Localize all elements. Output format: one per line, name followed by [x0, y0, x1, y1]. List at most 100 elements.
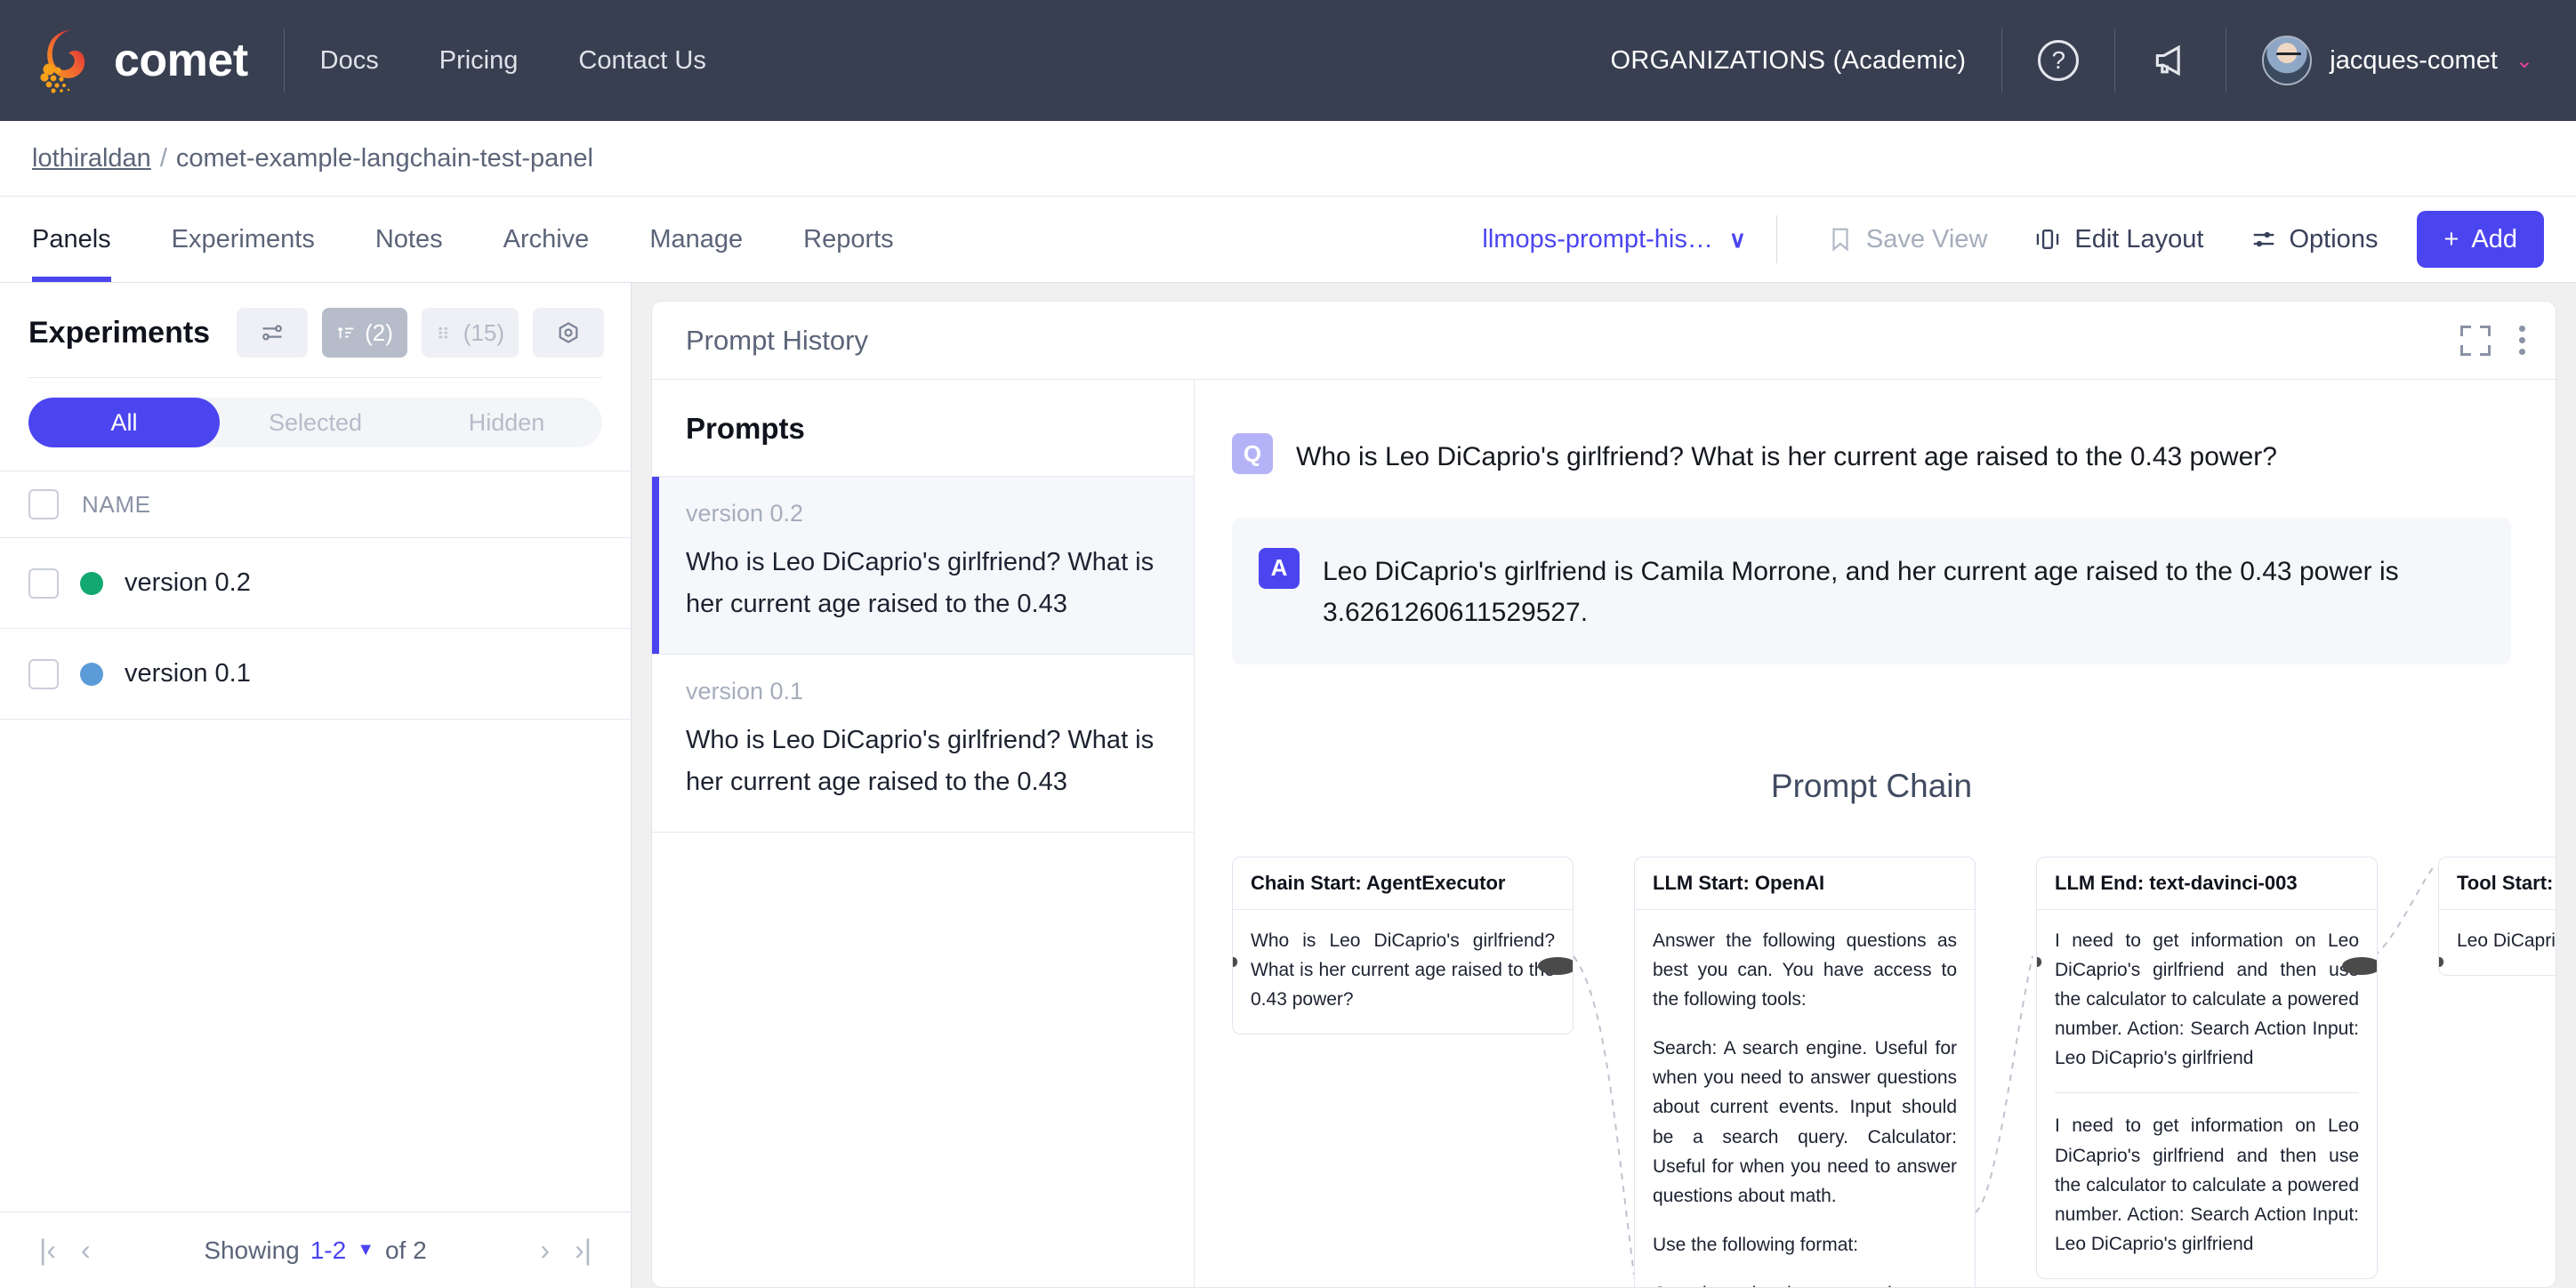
- prev-page-button[interactable]: ‹: [68, 1234, 103, 1267]
- tab-notes[interactable]: Notes: [345, 197, 473, 282]
- breadcrumb-workspace[interactable]: lothiraldan: [32, 144, 151, 173]
- conversation-area: Q Who is Leo DiCaprio's girlfriend? What…: [1195, 380, 2556, 1287]
- toolbar-divider: [1775, 215, 1777, 263]
- user-menu[interactable]: jacques-comet ⌄: [2262, 36, 2533, 85]
- experiment-name: version 0.2: [125, 568, 251, 597]
- node-port-right: [1538, 956, 1573, 975]
- expand-icon[interactable]: [2460, 325, 2491, 356]
- nav-link-pricing[interactable]: Pricing: [439, 46, 519, 76]
- bookmark-icon: [1832, 228, 1848, 252]
- nav-divider: [283, 28, 285, 93]
- segment-hidden[interactable]: Hidden: [411, 398, 602, 447]
- chain-node-paragraph: I need to get information on Leo DiCapri…: [2055, 930, 2359, 1069]
- chain-node-body: Answer the following questions as best y…: [1635, 910, 1975, 1288]
- edit-layout-label: Edit Layout: [2074, 224, 2204, 254]
- row-checkbox[interactable]: [28, 568, 59, 599]
- table-row[interactable]: version 0.2: [0, 538, 631, 629]
- sort-chip[interactable]: (2): [322, 308, 407, 358]
- row-checkbox[interactable]: [28, 658, 59, 689]
- app-root: comet Docs Pricing Contact Us ORGANIZATI…: [0, 0, 2576, 1288]
- chain-node-llm-end[interactable]: LLM End: text-davinci-003 I need to get …: [2036, 856, 2378, 1280]
- chain-node-paragraph: Use the following format:: [1653, 1235, 1859, 1256]
- panel-header: Prompt History: [652, 302, 2556, 380]
- announcements-button[interactable]: [2151, 41, 2190, 80]
- answer-text: Leo DiCaprio's girlfriend is Camila Morr…: [1323, 556, 2399, 628]
- tab-panels[interactable]: Panels: [32, 197, 141, 282]
- showing-label: Showing: [204, 1236, 300, 1264]
- chain-node-body: Who is Leo DiCaprio's girlfriend? What i…: [1233, 910, 1573, 1034]
- prompt-list-item-version-0-2[interactable]: version 0.2 Who is Leo DiCaprio's girlfr…: [652, 477, 1194, 655]
- prompts-list: Prompts version 0.2 Who is Leo DiCaprio'…: [652, 380, 1195, 1287]
- chevron-down-icon[interactable]: ▼: [357, 1240, 374, 1260]
- tab-manage[interactable]: Manage: [619, 197, 773, 282]
- comet-wordmark: comet: [114, 35, 248, 86]
- chain-node-body: I need to get information on Leo DiCapri…: [2037, 910, 2377, 1279]
- breadcrumb-project[interactable]: comet-example-langchain-test-panel: [176, 144, 593, 173]
- chain-node-chain-start[interactable]: Chain Start: AgentExecutor Who is Leo Di…: [1232, 856, 1574, 1035]
- columns-chip-count: (15): [463, 318, 504, 346]
- avatar: [2262, 36, 2313, 85]
- node-port-right: [2342, 956, 2377, 975]
- chain-node-body: Leo DiCaprio's girlfriend: [2439, 910, 2556, 975]
- chain-nodes: Chain Start: AgentExecutor Who is Leo Di…: [1232, 856, 2556, 1288]
- sidebar-title: Experiments: [28, 315, 211, 350]
- nav-link-docs[interactable]: Docs: [320, 46, 379, 76]
- tabs: Panels Experiments Notes Archive Manage …: [32, 197, 924, 282]
- chevron-down-icon: ∨: [1728, 225, 1746, 253]
- select-all-checkbox[interactable]: [28, 489, 59, 519]
- view-selector[interactable]: llmops-prompt-his… ∨: [1482, 225, 1775, 254]
- body: Experiments (2) (15) All Selected Hidden…: [0, 283, 2576, 1288]
- sliders-icon: [2253, 231, 2274, 247]
- chain-node-tool-start[interactable]: Tool Start: Search Leo DiCaprio's girlfr…: [2438, 856, 2556, 976]
- comet-logo-icon: [32, 26, 96, 95]
- panel-header-actions: [2460, 322, 2529, 358]
- panel-body: Prompts version 0.2 Who is Leo DiCaprio'…: [652, 380, 2556, 1287]
- prompt-chain-title: Prompt Chain: [1770, 767, 1973, 804]
- first-page-button[interactable]: |‹: [27, 1234, 68, 1267]
- nav-divider-2: [2001, 28, 2003, 93]
- filters-chip[interactable]: [237, 308, 309, 358]
- save-view-button[interactable]: Save View: [1804, 225, 2011, 254]
- add-label: Add: [2471, 224, 2517, 254]
- comet-logo[interactable]: comet: [32, 26, 248, 95]
- prompt-preview-text: Who is Leo DiCaprio's girlfriend? What i…: [686, 548, 1155, 618]
- segment-all[interactable]: All: [28, 398, 220, 447]
- add-button[interactable]: + Add: [2417, 211, 2544, 268]
- page-range[interactable]: 1-2: [310, 1236, 346, 1265]
- chain-node-paragraph: Answer the following questions as best y…: [1653, 930, 1957, 1010]
- view-selector-label: llmops-prompt-his…: [1482, 224, 1713, 254]
- megaphone-icon: [2156, 44, 2181, 76]
- chain-node-title: LLM Start: OpenAI: [1635, 857, 1975, 910]
- experiment-color-dot: [80, 662, 103, 686]
- target-chip[interactable]: [533, 308, 604, 358]
- nav-link-contact-us[interactable]: Contact Us: [578, 46, 705, 76]
- experiments-sidebar: Experiments (2) (15) All Selected Hidden…: [0, 283, 632, 1288]
- panel-title: Prompt History: [686, 324, 868, 356]
- tab-experiments[interactable]: Experiments: [141, 197, 345, 282]
- question-text: Who is Leo DiCaprio's girlfriend? What i…: [1296, 442, 2277, 471]
- tabs-toolbar: Panels Experiments Notes Archive Manage …: [0, 196, 2576, 283]
- table-row[interactable]: version 0.1: [0, 629, 631, 720]
- last-page-button[interactable]: ›|: [562, 1234, 604, 1267]
- organizations-label[interactable]: ORGANIZATIONS (Academic): [1610, 46, 1966, 76]
- chain-node-title: Chain Start: AgentExecutor: [1233, 857, 1573, 910]
- question-circle-icon: ?: [2038, 40, 2080, 81]
- next-page-button[interactable]: ›: [527, 1234, 562, 1267]
- experiment-color-dot: [80, 571, 103, 595]
- nav-links: Docs Pricing Contact Us: [320, 46, 706, 76]
- tab-archive[interactable]: Archive: [473, 197, 620, 282]
- edit-layout-button[interactable]: Edit Layout: [2010, 225, 2226, 254]
- columns-chip[interactable]: (15): [421, 308, 519, 358]
- pagination: |‹ ‹ Showing 1-2 ▼ of 2 › ›|: [0, 1212, 631, 1288]
- panel-toolbar: llmops-prompt-his… ∨ Save View Edit Layo…: [1482, 211, 2544, 268]
- sidebar-divider: [28, 377, 602, 378]
- chain-node-llm-start[interactable]: LLM Start: OpenAI Answer the following q…: [1634, 856, 1976, 1288]
- panel-area: Prompt History Prompts version 0.2 Who i…: [632, 283, 2576, 1288]
- prompt-list-item-version-0-1[interactable]: version 0.1 Who is Leo DiCaprio's girlfr…: [652, 655, 1194, 833]
- user-name: jacques-comet: [2330, 45, 2498, 75]
- more-vertical-icon[interactable]: [2516, 322, 2529, 358]
- options-button[interactable]: Options: [2227, 225, 2402, 254]
- help-button[interactable]: ?: [2038, 40, 2080, 81]
- tab-reports[interactable]: Reports: [773, 197, 924, 282]
- segment-selected[interactable]: Selected: [220, 398, 411, 447]
